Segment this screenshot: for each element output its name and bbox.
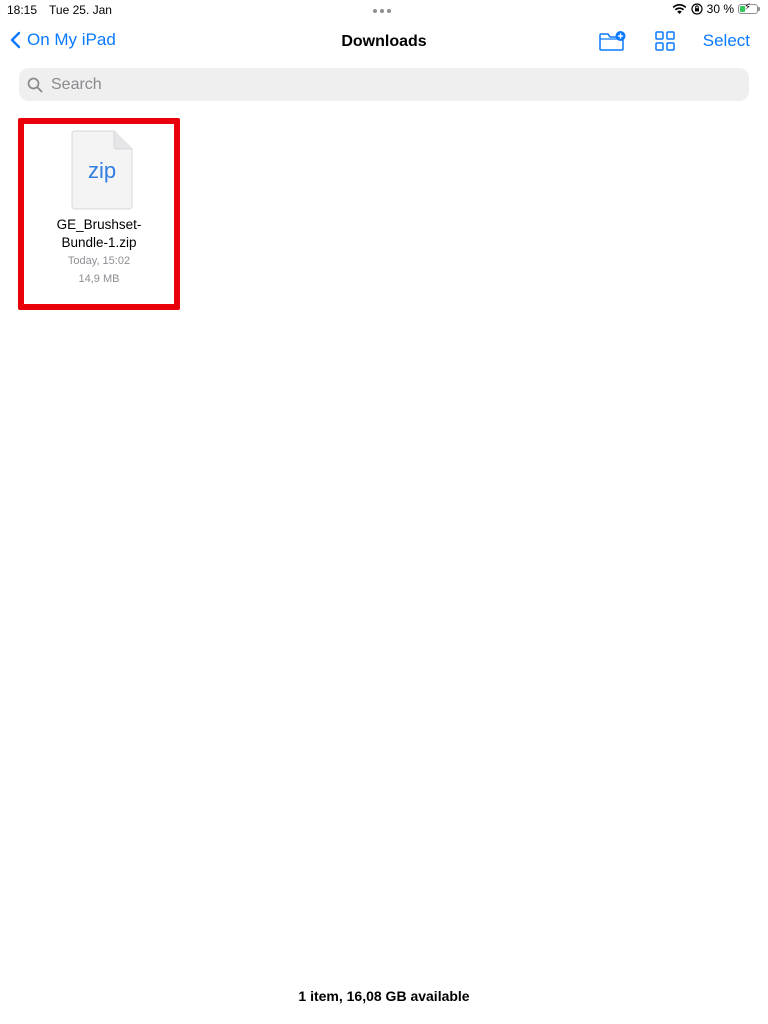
wifi-icon [672,4,687,14]
file-date: Today, 15:02 [67,255,131,267]
file-size: 14,9 MB [78,273,120,285]
dot [387,9,391,13]
battery-charging-icon: ⚡ [738,2,760,14]
storage-summary: 1 item, 16,08 GB available [298,988,470,1004]
file-item-zip[interactable]: zip GE_Brushset- Bundle-1.zip Today, 15:… [18,118,180,310]
folder-plus-icon[interactable] [598,30,627,52]
nav-actions: Select [598,30,750,52]
status-date: Tue 25. Jan [49,3,112,17]
grid-icon[interactable] [655,31,675,51]
dot [373,9,377,13]
search-icon [27,77,43,92]
status-right: 30 % ⚡ [672,2,760,16]
bolt-icon: ⚡ [744,2,752,13]
search-bar[interactable] [19,68,749,101]
select-button[interactable]: Select [703,31,750,51]
file-name: GE_Brushset- Bundle-1.zip [24,216,174,252]
orientation-lock-icon [691,3,703,15]
navigation-bar: On My iPad Downloads Select [0,26,768,60]
status-bar: 18:15 Tue 25. Jan 30 % ⚡ [0,0,768,20]
status-left: 18:15 Tue 25. Jan [7,3,112,17]
multitasking-dots[interactable] [373,3,391,13]
battery-percent: 30 % [706,2,734,16]
search-input[interactable] [49,74,703,95]
zip-file-icon: zip [71,130,133,215]
status-time: 18:15 [7,3,38,17]
file-name-line-1: GE_Brushset- [56,217,142,232]
file-type-label: zip [87,158,117,183]
file-name-line-2: Bundle-1.zip [61,235,137,250]
files-app-screen: 18:15 Tue 25. Jan 30 % ⚡ On My iPad Down… [0,0,768,1024]
dot [380,9,384,13]
